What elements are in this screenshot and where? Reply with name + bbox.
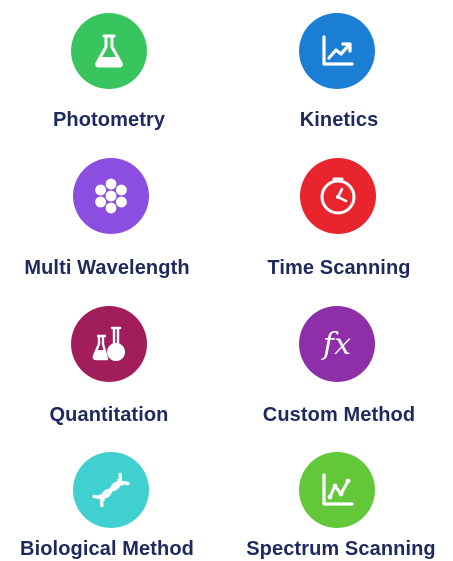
method-label: Quantitation: [49, 404, 169, 426]
method-label: Time Scanning: [267, 257, 411, 279]
flask-icon: [71, 13, 147, 89]
hexagon-cluster-icon: [73, 158, 149, 234]
lab-glassware-icon: [71, 306, 147, 382]
dna-icon: [73, 452, 149, 528]
method-label: Photometry: [52, 109, 166, 131]
svg-text:𝑓x: 𝑓x: [321, 327, 351, 362]
line-chart-icon: [299, 13, 375, 89]
function-fx-icon: 𝑓x: [299, 306, 375, 382]
clock-icon: [300, 158, 376, 234]
method-label: Kinetics: [299, 109, 379, 131]
method-label: Custom Method: [262, 404, 416, 426]
spectrum-chart-icon: [299, 452, 375, 528]
method-label: Multi Wavelength: [24, 257, 190, 279]
